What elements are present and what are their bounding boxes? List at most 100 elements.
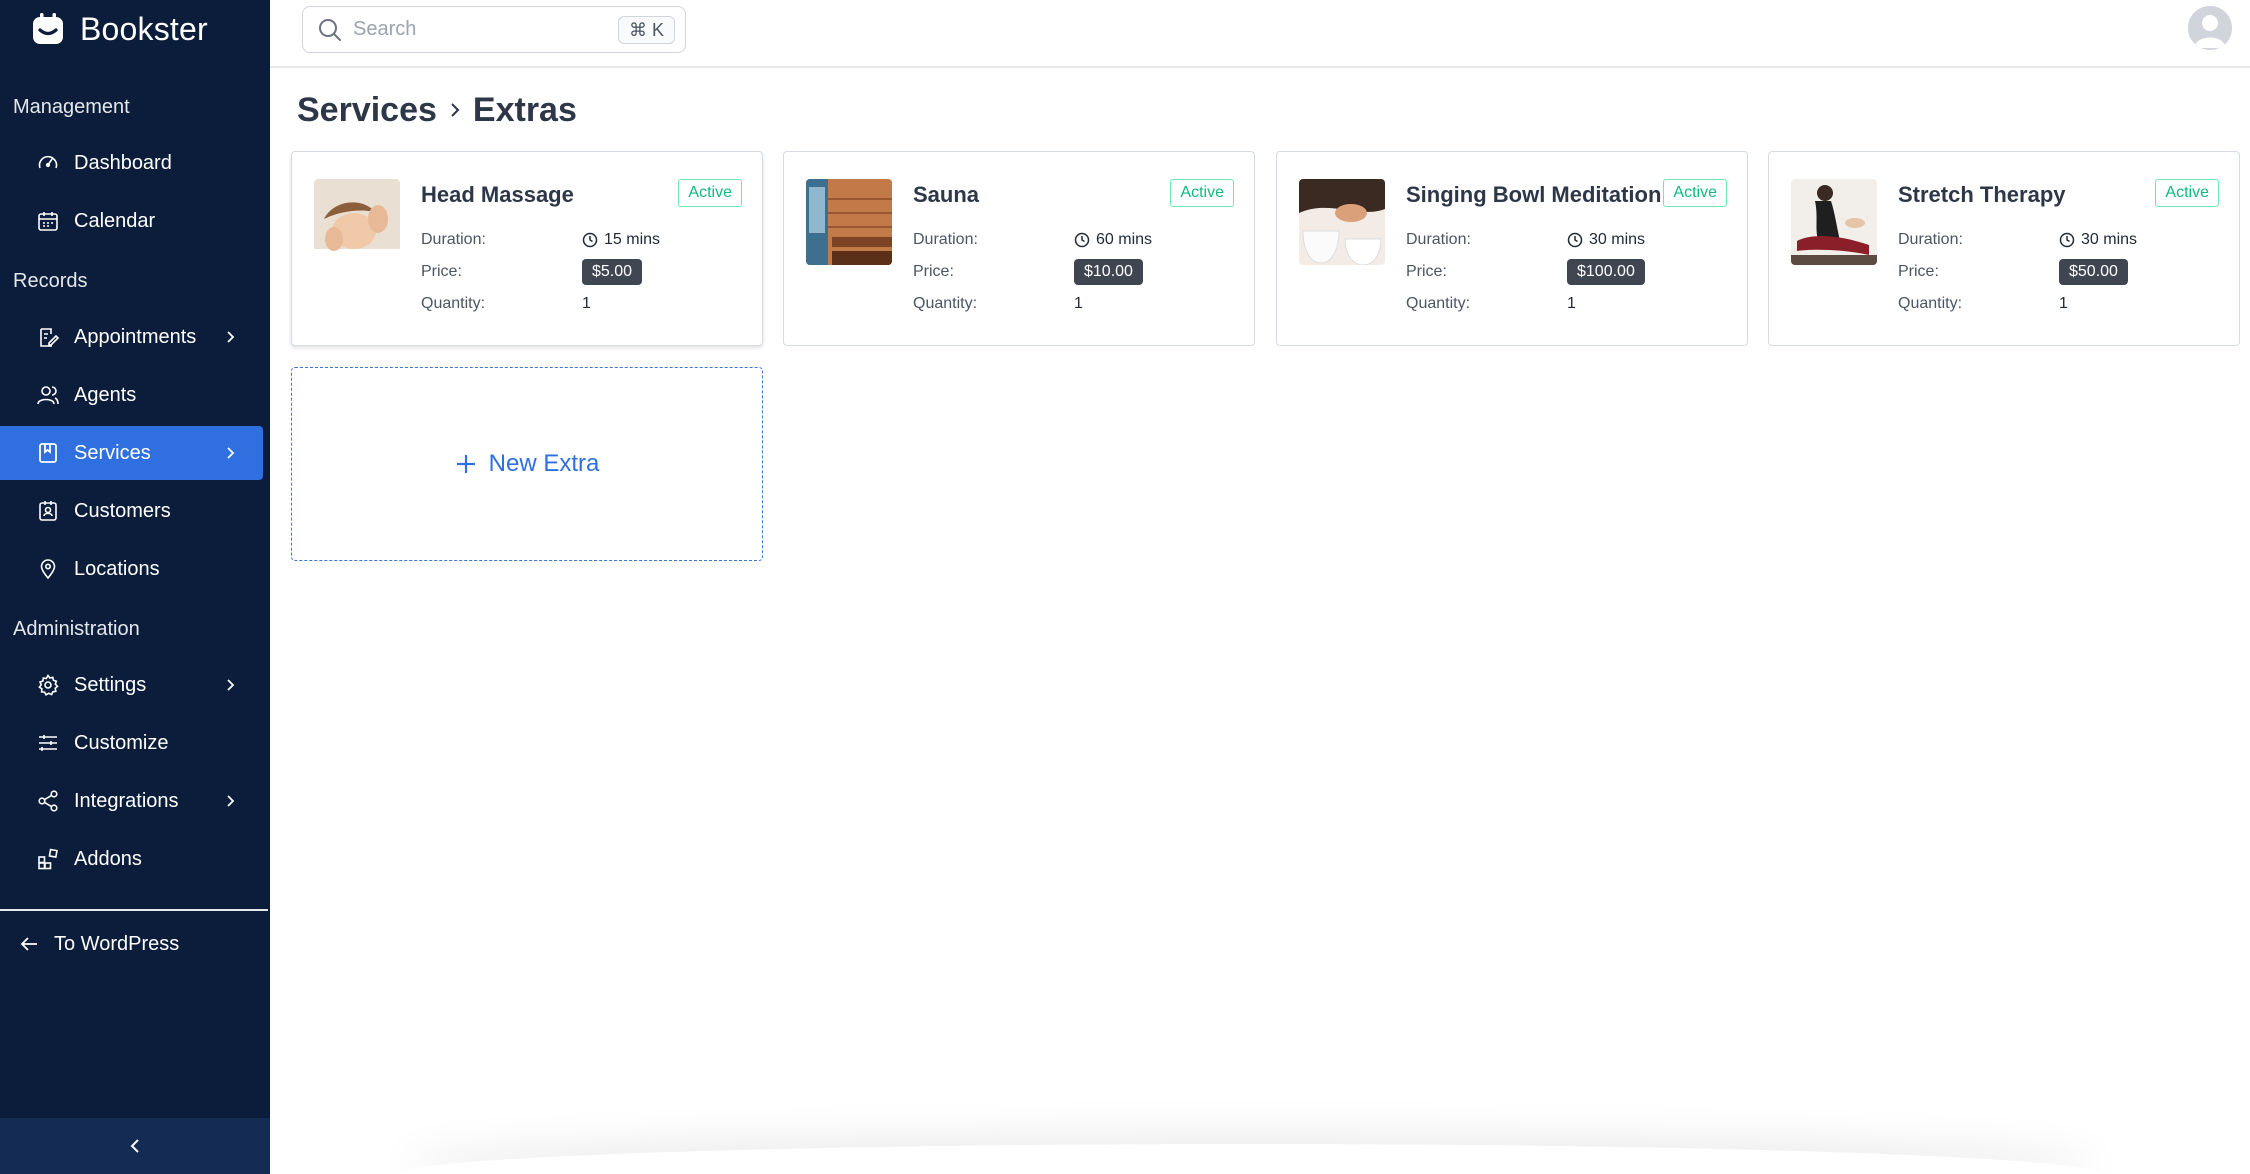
extra-card[interactable]: Head Massage Active Duration: 15 mins Pr… (291, 151, 763, 346)
extra-thumbnail-stretch-therapy (1791, 179, 1877, 265)
price-value: $10.00 (1074, 259, 1143, 285)
plus-icon (456, 455, 475, 473)
search-shortcut-badge: ⌘ K (617, 16, 675, 44)
sidebar-item-label: Appointments (74, 325, 197, 348)
sidebar-item-label: Integrations (74, 789, 179, 812)
price-label: Price: (1406, 263, 1447, 280)
clock-icon (2059, 232, 2075, 248)
clock-icon (1074, 232, 1090, 248)
price-pill: $100.00 (1567, 259, 1645, 285)
sidebar-item-agents[interactable]: Agents (0, 368, 263, 422)
extra-card[interactable]: Stretch Therapy Active Duration: 30 mins… (1768, 151, 2240, 346)
price-label: Price: (421, 263, 462, 280)
sidebar-item-addons[interactable]: Addons (0, 832, 263, 886)
chevron-right-icon (227, 447, 235, 459)
bookmark-box-icon (39, 443, 57, 463)
duration-label: Duration: (1898, 231, 1963, 248)
collapse-sidebar-button[interactable] (0, 1118, 270, 1174)
duration-value: 30 mins (2059, 231, 2137, 249)
brand-name: Bookster (80, 10, 208, 47)
duration-text: 30 mins (2081, 231, 2138, 248)
sidebar-item-integrations[interactable]: Integrations (0, 774, 263, 828)
duration-label: Duration: (913, 231, 978, 248)
calendar-icon (38, 212, 58, 231)
price-pill: $10.00 (1074, 259, 1143, 285)
quantity-label: Quantity: (1406, 295, 1471, 312)
duration-text: 60 mins (1096, 231, 1153, 248)
blocks-icon (38, 848, 58, 870)
status-badge: Active (678, 179, 742, 207)
sidebar-item-label: Customize (74, 731, 169, 754)
share-nodes-icon (38, 790, 58, 812)
quantity-label: Quantity: (1898, 295, 1963, 312)
sidebar-item-label: Addons (74, 847, 142, 870)
new-extra-button[interactable]: New Extra (291, 367, 763, 561)
sidebar-item-settings[interactable]: Settings (0, 658, 263, 712)
extra-thumbnail-singing-bowl (1299, 179, 1385, 265)
section-label-administration: Administration (13, 617, 140, 640)
gauge-icon (38, 155, 58, 169)
quantity-value: 1 (1567, 295, 1576, 312)
quantity-value: 1 (1074, 295, 1083, 312)
new-extra-label: New Extra (488, 450, 600, 477)
chevron-right-icon (227, 331, 235, 343)
sauna-photo-icon (806, 179, 892, 265)
sidebar-item-label: Locations (74, 557, 160, 580)
duration-text: 30 mins (1589, 231, 1646, 248)
singing-bowl-photo-icon (1299, 179, 1385, 265)
sidebar-item-customize[interactable]: Customize (0, 716, 263, 770)
sliders-icon (39, 735, 57, 751)
extra-card[interactable]: Sauna Active Duration: 60 mins Price: $1… (783, 151, 1255, 346)
sidebar-item-customers[interactable]: Customers (0, 484, 263, 538)
map-pin-icon (40, 559, 56, 580)
duration-text: 15 mins (604, 231, 661, 248)
chevron-right-icon (227, 795, 235, 807)
quantity-label: Quantity: (913, 295, 978, 312)
extra-title: Stretch Therapy (1898, 182, 2066, 207)
extra-thumbnail-sauna (806, 179, 892, 265)
quantity-label: Quantity: (421, 295, 486, 312)
arrow-left-icon (20, 937, 37, 951)
sidebar-item-appointments[interactable]: Appointments (0, 310, 263, 364)
brand[interactable]: Bookster (0, 0, 270, 58)
to-wordpress-label: To WordPress (54, 932, 180, 955)
gear-icon (38, 674, 59, 696)
sidebar-item-label: Calendar (74, 209, 156, 232)
status-badge: Active (1663, 179, 1727, 207)
breadcrumb: Services Extras (297, 88, 577, 132)
price-pill: $50.00 (2059, 259, 2128, 285)
calendar-bag-logo-icon (33, 13, 63, 44)
user-avatar-icon (2188, 6, 2232, 50)
sidebar-item-dashboard[interactable]: Dashboard (0, 136, 263, 190)
duration-value: 15 mins (582, 231, 660, 249)
chevron-right-icon (451, 103, 460, 117)
section-label-management: Management (13, 95, 130, 118)
user-avatar[interactable] (2188, 6, 2232, 50)
extra-card[interactable]: Singing Bowl Meditation Active Duration:… (1276, 151, 1748, 346)
price-value: $100.00 (1567, 259, 1645, 285)
edit-calendar-icon (40, 328, 60, 347)
sidebar-item-label: Dashboard (74, 151, 172, 174)
search-icon (319, 18, 341, 41)
search-box[interactable]: ⌘ K (302, 6, 686, 53)
extra-title: Singing Bowl Meditation (1406, 182, 1662, 207)
extra-thumbnail-head-massage (314, 179, 400, 265)
price-label: Price: (1898, 263, 1939, 280)
sidebar-item-services[interactable]: Services (0, 426, 263, 480)
clock-icon (1567, 232, 1583, 248)
breadcrumb-parent[interactable]: Services (297, 91, 437, 130)
chevron-left-icon (130, 1139, 139, 1153)
to-wordpress-link[interactable]: To WordPress (18, 928, 179, 960)
extra-title: Head Massage (421, 182, 574, 207)
quantity-value: 1 (2059, 295, 2068, 312)
duration-label: Duration: (421, 231, 486, 248)
search-input[interactable] (353, 18, 613, 41)
sidebar-item-label: Services (74, 441, 151, 464)
section-label-records: Records (13, 269, 88, 292)
sidebar-item-locations[interactable]: Locations (0, 542, 263, 596)
sidebar-item-calendar[interactable]: Calendar (0, 194, 263, 248)
clock-icon (582, 232, 598, 248)
head-massage-photo-icon (314, 179, 400, 265)
status-badge: Active (1170, 179, 1234, 207)
duration-value: 30 mins (1567, 231, 1645, 249)
